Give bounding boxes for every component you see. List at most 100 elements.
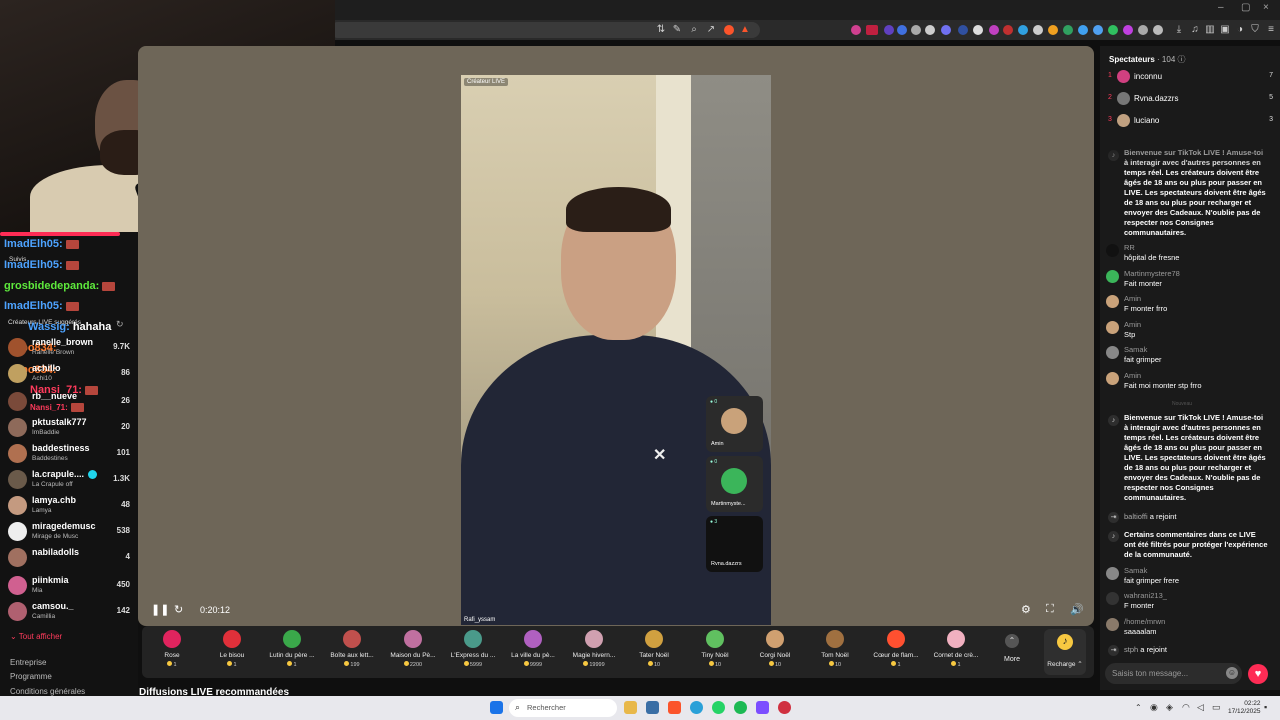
creator-item[interactable]: achillo Achi10 86 <box>6 362 134 387</box>
app-icon[interactable] <box>646 701 659 714</box>
emoji-icon[interactable]: ☺ <box>1226 667 1238 679</box>
like-heart-icon[interactable]: ♥ <box>1248 664 1268 684</box>
volume-icon[interactable]: 🔊 <box>1070 603 1084 616</box>
zoom-icon[interactable]: ⌕ <box>688 24 700 36</box>
creator-item[interactable]: baddestiness Baddestines 101 <box>6 442 134 467</box>
creator-item[interactable]: pktustalk777 ImBaddie 20 <box>6 416 134 441</box>
creator-item[interactable]: rb__nueve 26 <box>6 390 134 415</box>
tray-chevron-icon[interactable]: ⌃ <box>1135 703 1142 712</box>
extension-icon[interactable] <box>989 25 999 35</box>
creator-item[interactable]: nabiladolls 4 <box>6 546 134 571</box>
profile-icon[interactable]: ◑ <box>1234 24 1246 36</box>
extension-icon[interactable] <box>925 25 935 35</box>
volume-icon[interactable]: ◁ <box>1197 702 1204 713</box>
app-icon[interactable] <box>778 701 791 714</box>
download-icon[interactable]: ⤓ <box>1173 24 1185 36</box>
tray-app-icon[interactable]: ◉ <box>1150 702 1158 713</box>
extension-icon[interactable] <box>884 25 894 35</box>
gift-item[interactable]: Corgi Noël 10 <box>745 629 805 675</box>
extension-icon[interactable] <box>897 25 907 35</box>
gift-item[interactable]: La ville du pè... 9999 <box>503 629 563 675</box>
top-viewer-row[interactable]: 3 luciano 3 <box>1108 113 1273 129</box>
share-icon[interactable]: ↗ <box>705 24 717 36</box>
gift-item[interactable]: L'Express du ... 5999 <box>443 629 503 675</box>
more-gifts-button[interactable]: ⌃ More <box>1000 634 1024 663</box>
file-explorer-icon[interactable] <box>624 701 637 714</box>
gift-item[interactable]: Maison du Pè... 2200 <box>383 629 443 675</box>
gift-item[interactable]: Lutin du père ... 1 <box>262 629 322 675</box>
guest-tile[interactable]: ● 0 Amin <box>706 396 763 452</box>
windows-start-icon[interactable] <box>490 701 503 714</box>
tray-app-icon[interactable]: ◈ <box>1166 702 1173 713</box>
refresh-icon[interactable]: ↻ <box>174 603 183 616</box>
gift-item[interactable]: Tater Noël 10 <box>624 629 684 675</box>
extension-icon[interactable] <box>958 25 968 35</box>
footer-link-program[interactable]: Programme <box>10 672 52 681</box>
gift-item[interactable]: Magie hivern... 19999 <box>564 629 624 675</box>
creator-item[interactable]: lamya.chb Lamya 48 <box>6 494 134 519</box>
extension-icon[interactable] <box>1048 25 1058 35</box>
notification-icon[interactable]: ▪ <box>1264 702 1267 712</box>
telegram-icon[interactable] <box>690 701 703 714</box>
footer-link-terms[interactable]: Conditions générales <box>10 687 85 696</box>
gift-item[interactable]: Cœur de flam... 1 <box>866 629 926 675</box>
extension-icon[interactable] <box>941 25 951 35</box>
extension-icon[interactable] <box>1003 25 1013 35</box>
shield-icon[interactable]: ⛉ <box>1249 24 1261 36</box>
extension-icon[interactable] <box>1153 25 1163 35</box>
close-button[interactable]: × <box>1263 2 1269 13</box>
brave-rewards-icon[interactable]: ▲ <box>739 24 751 36</box>
creator-item[interactable]: camsou._ Camillia 142 <box>6 600 134 625</box>
maximize-button[interactable]: ▢ <box>1241 2 1250 13</box>
gift-item[interactable]: Cornet de crè... 1 <box>926 629 986 675</box>
taskbar-search[interactable]: ⌕ Rechercher <box>509 699 617 717</box>
battery-icon[interactable]: ▭ <box>1212 702 1221 713</box>
guest-tile[interactable]: ● 3 Rvna.dazzrs <box>706 516 763 572</box>
extension-icon[interactable] <box>911 25 921 35</box>
creator-item[interactable]: piinkmia Mia 450 <box>6 574 134 599</box>
messenger-icon[interactable] <box>756 701 769 714</box>
top-viewer-row[interactable]: 2 Rvna.dazzrs 5 <box>1108 91 1273 107</box>
gift-item[interactable]: Tom Noël 10 <box>805 629 865 675</box>
extension-icon[interactable] <box>1108 25 1118 35</box>
extension-icon[interactable] <box>1018 25 1028 35</box>
show-all-link[interactable]: ⌄ Tout afficher <box>10 632 62 641</box>
gift-item[interactable]: Tiny Noël 10 <box>685 629 745 675</box>
extension-icon[interactable] <box>1063 25 1073 35</box>
pause-icon[interactable]: ❚❚ <box>151 603 169 616</box>
extension-icon[interactable] <box>1078 25 1088 35</box>
extension-icon[interactable] <box>973 25 983 35</box>
extension-icon[interactable] <box>1093 25 1103 35</box>
top-viewer-row[interactable]: 1 inconnu 7 <box>1108 69 1273 85</box>
brave-shield-icon[interactable] <box>724 25 734 35</box>
extension-icon[interactable] <box>1033 25 1043 35</box>
wallet-icon[interactable]: ▣ <box>1219 24 1231 36</box>
wifi-icon[interactable]: ◠ <box>1182 702 1190 713</box>
fullscreen-icon[interactable]: ⛶ <box>1046 603 1054 616</box>
recharge-button[interactable]: ♪ Recharge ⌃ <box>1044 629 1086 675</box>
translate-icon[interactable]: ⇅ <box>655 24 667 36</box>
taskbar-clock[interactable]: 02:22 17/12/2025 <box>1228 700 1261 716</box>
edit-icon[interactable]: ✎ <box>671 24 683 36</box>
whatsapp-icon[interactable] <box>712 701 725 714</box>
sidebar-toggle-icon[interactable]: ▥ <box>1204 24 1216 36</box>
brave-icon[interactable] <box>668 701 681 714</box>
extension-icon[interactable] <box>1123 25 1133 35</box>
spotify-icon[interactable] <box>734 701 747 714</box>
menu-icon[interactable]: ≡ <box>1265 24 1277 36</box>
settings-icon[interactable]: ⚙ <box>1021 603 1031 616</box>
guest-tile[interactable]: ● 0 Martinmyste... <box>706 456 763 512</box>
extension-icon[interactable] <box>866 25 878 35</box>
minimize-button[interactable]: – <box>1218 2 1224 13</box>
gift-item[interactable]: Rose 1 <box>142 629 202 675</box>
creator-item[interactable]: la.crapule.... La Crapule off 1.3K <box>6 468 134 493</box>
gift-item[interactable]: Le bisou 1 <box>202 629 262 675</box>
media-icon[interactable]: ♫ <box>1189 24 1201 36</box>
refresh-icon[interactable]: ↻ <box>116 319 124 330</box>
creator-item[interactable]: ranelle_brown Ranelle Brown 9.7K <box>6 336 134 361</box>
gift-item[interactable]: Boîte aux lett... 199 <box>322 629 382 675</box>
extension-icon[interactable] <box>1138 25 1148 35</box>
chat-input[interactable] <box>1112 667 1222 680</box>
footer-link-company[interactable]: Entreprise <box>10 658 46 667</box>
extension-icon[interactable] <box>851 25 861 35</box>
